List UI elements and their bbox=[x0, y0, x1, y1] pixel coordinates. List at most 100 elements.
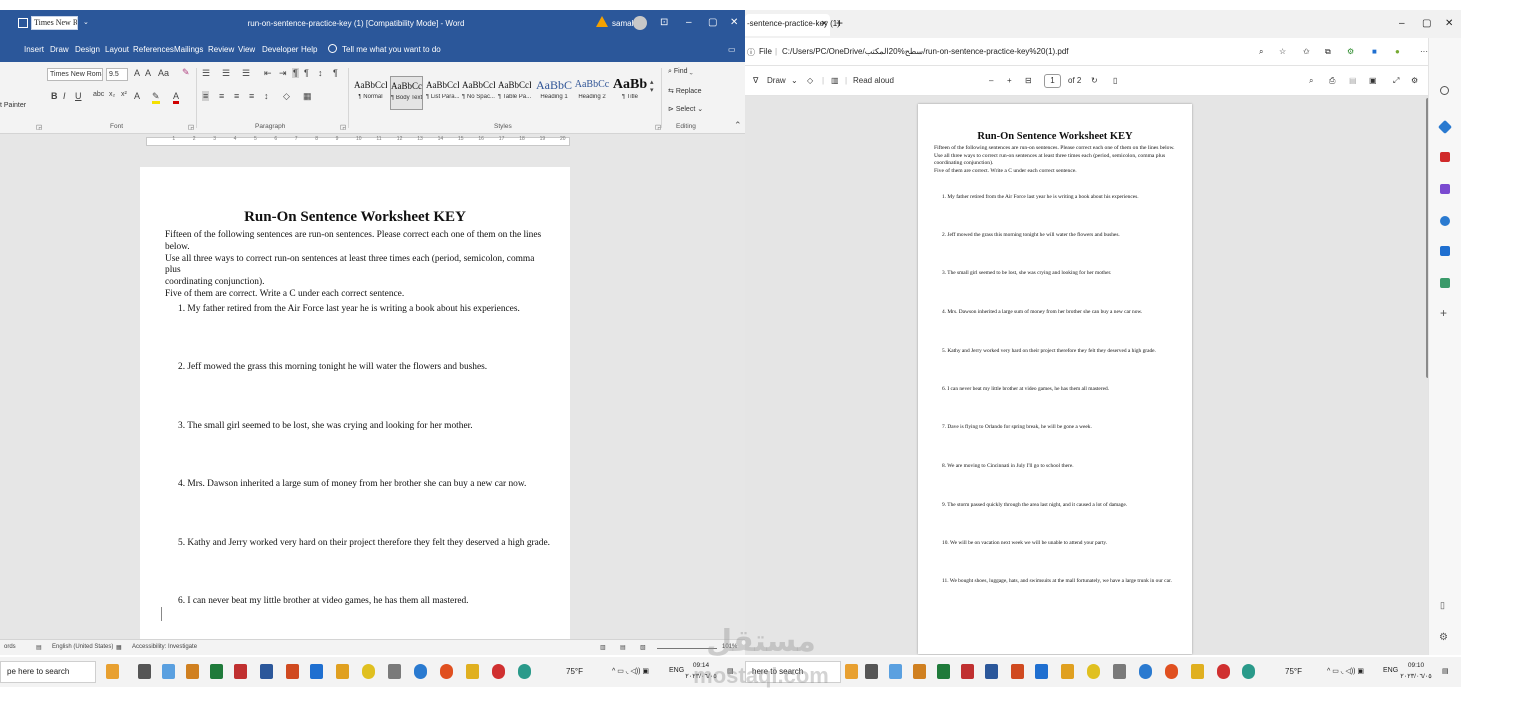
proofing-icon[interactable]: ▤ bbox=[36, 644, 42, 651]
search-icon[interactable]: ⌕ bbox=[1309, 76, 1313, 86]
browser-tab[interactable]: -sentence-practice-key (1) ✕ bbox=[745, 14, 840, 36]
dialog-launcher-icon[interactable]: ◲ bbox=[655, 123, 661, 131]
numbering-icon[interactable]: ☰ bbox=[222, 68, 230, 79]
tab-help[interactable]: Help bbox=[301, 45, 317, 54]
shading-icon[interactable]: ◇ bbox=[283, 91, 290, 102]
files-icon[interactable] bbox=[1061, 664, 1074, 679]
quick-font-box[interactable]: Times New R bbox=[31, 16, 78, 30]
horizontal-ruler[interactable]: 1 2 3 4 5 6 7 8 9 10 11 12 13 14 15 16 17 18 19 20 bbox=[0, 134, 745, 148]
url-input[interactable]: C:/Users/PC/OneDrive/سطح%20المكتب/run-on… bbox=[782, 47, 1069, 56]
lightbulb-icon[interactable] bbox=[328, 44, 337, 53]
app-icon[interactable] bbox=[913, 664, 926, 679]
style-title[interactable]: AaBb ¶ Title bbox=[612, 76, 648, 110]
outlook-icon[interactable] bbox=[1440, 246, 1450, 256]
clear-format-icon[interactable]: ✎ bbox=[182, 67, 190, 78]
chrome-icon[interactable] bbox=[362, 664, 375, 679]
highlight-icon[interactable]: ✎ bbox=[152, 91, 160, 104]
app-icon[interactable] bbox=[492, 664, 505, 679]
split-screen-icon[interactable]: ▯ bbox=[1440, 600, 1445, 611]
chevron-down-icon[interactable]: ⌄ bbox=[791, 76, 798, 85]
underline-button[interactable]: U bbox=[75, 91, 82, 101]
styles-scroll-icon[interactable]: ▴ ▾ bbox=[650, 78, 654, 94]
tab-design[interactable]: Design bbox=[75, 45, 100, 54]
draw-button[interactable]: Draw bbox=[767, 76, 786, 85]
games-icon[interactable] bbox=[1440, 216, 1450, 226]
zoom-level[interactable]: 101% bbox=[722, 644, 737, 650]
font-face-select[interactable]: Times New Roman bbox=[47, 68, 103, 81]
warning-icon[interactable] bbox=[596, 16, 608, 27]
superscript-icon[interactable]: x² bbox=[121, 91, 127, 98]
highlight-icon[interactable]: ∇ bbox=[753, 76, 758, 85]
read-mode-icon[interactable]: ▥ bbox=[600, 644, 606, 651]
system-tray-icons[interactable]: ^ ▭ ◟ ◁)) ▣ bbox=[1327, 667, 1364, 675]
tab-draw[interactable]: Draw bbox=[50, 45, 69, 54]
tab-mailings[interactable]: Mailings bbox=[174, 45, 203, 54]
increase-indent-icon[interactable]: ⇥ bbox=[279, 68, 287, 79]
powerpoint-icon[interactable] bbox=[286, 664, 299, 679]
format-painter-button[interactable]: t Painter bbox=[0, 102, 26, 109]
rtl-icon[interactable]: ¶ bbox=[304, 68, 309, 78]
macro-icon[interactable]: ▦ bbox=[116, 644, 122, 651]
edge-icon[interactable] bbox=[1242, 664, 1255, 679]
show-marks-icon[interactable]: ¶ bbox=[333, 68, 338, 78]
font-size-select[interactable]: 9.5 bbox=[106, 68, 128, 81]
language-status[interactable]: English (United States) bbox=[52, 644, 113, 650]
accessibility-status[interactable]: Accessibility: Investigate bbox=[132, 644, 197, 650]
style-heading-2[interactable]: AaBbCc Heading 2 bbox=[574, 76, 610, 110]
sidebar-toggle-icon[interactable]: ▥ bbox=[831, 76, 839, 85]
align-right-icon[interactable]: ≡ bbox=[234, 91, 239, 101]
app-icon[interactable] bbox=[1139, 664, 1152, 679]
weather-widget[interactable]: 75°F bbox=[566, 667, 583, 676]
taskbar-search[interactable]: pe here to search bbox=[0, 661, 96, 683]
decrease-indent-icon[interactable]: ⇤ bbox=[264, 68, 272, 79]
justify-icon[interactable]: ≡ bbox=[249, 91, 254, 101]
align-left-icon[interactable]: ≡ bbox=[202, 91, 210, 101]
word-icon[interactable] bbox=[985, 664, 998, 679]
save-icon[interactable]: ▤ bbox=[1349, 76, 1357, 85]
files-icon[interactable] bbox=[336, 664, 349, 679]
excel-icon[interactable] bbox=[937, 664, 950, 679]
zoom-out-button[interactable]: – bbox=[989, 76, 993, 85]
tab-insert[interactable]: Insert bbox=[24, 45, 44, 54]
italic-button[interactable]: I bbox=[63, 91, 66, 101]
comments-icon[interactable]: ▭ bbox=[728, 45, 736, 54]
bold-button[interactable]: B bbox=[51, 91, 58, 101]
zoom-icon[interactable]: ⌕ bbox=[1259, 47, 1263, 57]
tab-references[interactable]: References bbox=[133, 45, 174, 54]
close-tab-icon[interactable]: ✕ bbox=[821, 19, 828, 28]
outlook-icon[interactable] bbox=[1035, 664, 1048, 679]
customize-toolbar-icon[interactable]: ⌄ bbox=[83, 18, 89, 26]
minimize-button[interactable]: – bbox=[1399, 18, 1405, 29]
web-layout-icon[interactable]: ▧ bbox=[640, 644, 646, 651]
fit-page-icon[interactable]: ⊟ bbox=[1025, 76, 1032, 85]
avatar[interactable] bbox=[633, 16, 647, 30]
tell-me-box[interactable]: Tell me what you want to do bbox=[342, 45, 441, 54]
close-button[interactable]: ✕ bbox=[1445, 18, 1453, 29]
collections-icon[interactable]: ⧉ bbox=[1325, 47, 1331, 57]
fullscreen-icon[interactable]: ⤢ bbox=[1393, 76, 1399, 86]
collapse-ribbon-icon[interactable]: ⌃ bbox=[734, 120, 742, 131]
clock[interactable]: 09:14 ٢٠٢٣/٠٦/٠٥ bbox=[684, 660, 718, 682]
settings-gear-icon[interactable]: ⚙ bbox=[1411, 76, 1418, 85]
tab-layout[interactable]: Layout bbox=[105, 45, 129, 54]
tab-view[interactable]: View bbox=[238, 45, 255, 54]
print-layout-icon[interactable]: ▤ bbox=[620, 644, 626, 651]
change-case-icon[interactable]: Aa bbox=[158, 68, 169, 78]
text-direction-icon[interactable]: ¶ bbox=[292, 68, 299, 78]
bullets-icon[interactable]: ☰ bbox=[202, 68, 210, 79]
align-center-icon[interactable]: ≡ bbox=[219, 91, 224, 101]
page-view-icon[interactable]: ▯ bbox=[1113, 76, 1117, 85]
widgets-icon[interactable] bbox=[845, 664, 858, 679]
discover-icon[interactable] bbox=[1437, 119, 1453, 135]
style-table-paragraph[interactable]: AaBbCcD ¶ Table Pa... bbox=[498, 76, 531, 110]
strikethrough-icon[interactable]: abc bbox=[93, 91, 104, 98]
system-tray-icons[interactable]: ^ ▭ ◟ ◁)) ▣ bbox=[612, 667, 649, 675]
app-icon[interactable] bbox=[414, 664, 427, 679]
notifications-icon[interactable]: ▤ bbox=[1442, 667, 1449, 675]
notifications-icon[interactable]: ▤ bbox=[727, 667, 734, 675]
rotate-icon[interactable]: ↻ bbox=[1091, 76, 1098, 85]
maximize-button[interactable]: ▢ bbox=[1422, 18, 1431, 29]
dialog-launcher-icon[interactable]: ◲ bbox=[188, 123, 194, 131]
save-icon[interactable] bbox=[18, 18, 28, 28]
word-document-page[interactable]: Run-On Sentence Worksheet KEY Fifteen of… bbox=[140, 167, 570, 647]
